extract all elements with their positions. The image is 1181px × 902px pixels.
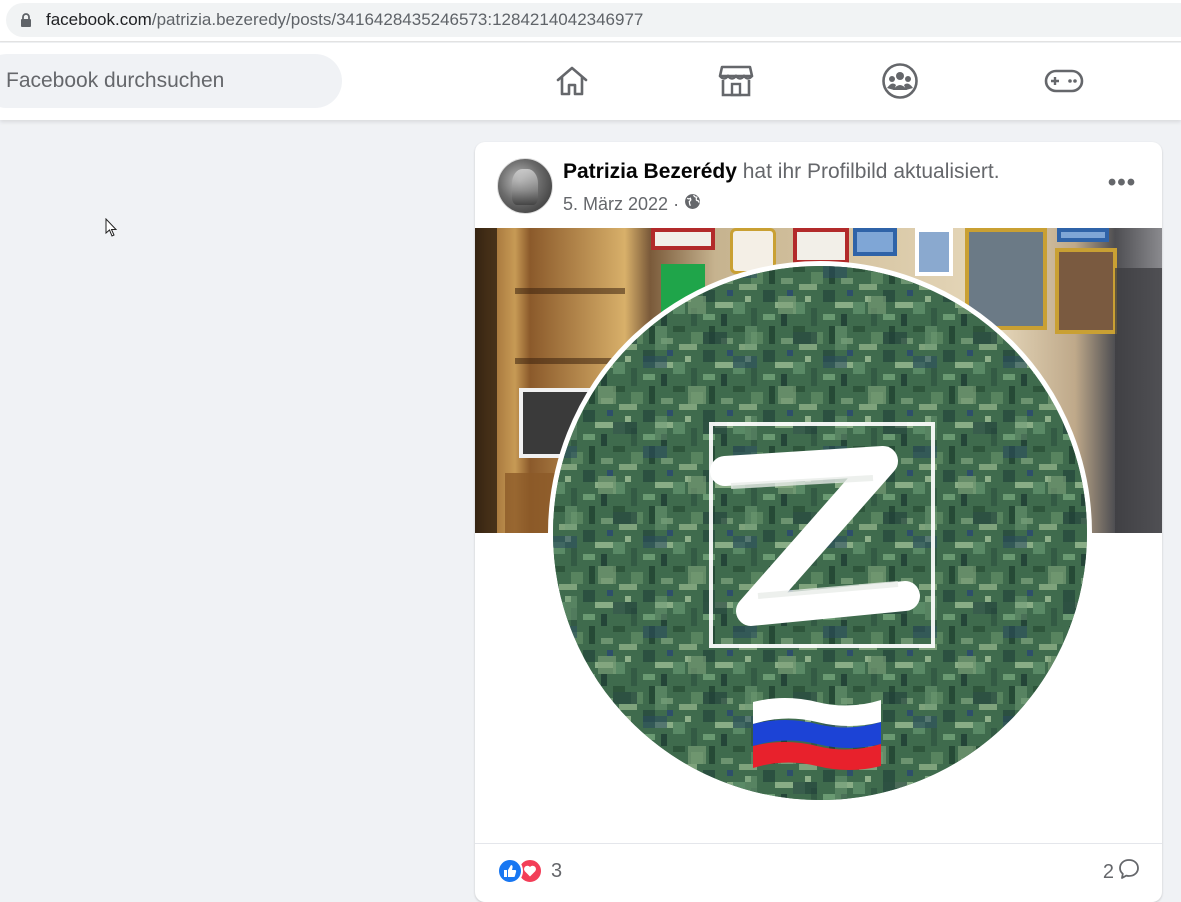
- comment-summary[interactable]: 2: [1103, 858, 1140, 886]
- facebook-top-nav: [0, 43, 1181, 120]
- search-bar[interactable]: [0, 54, 342, 108]
- url-field[interactable]: facebook.com/patrizia.bezeredy/posts/341…: [6, 3, 1181, 37]
- reaction-count: 3: [551, 859, 563, 882]
- comment-count: 2: [1102, 860, 1114, 883]
- globe-icon[interactable]: [684, 193, 701, 215]
- url-text[interactable]: facebook.com/patrizia.bezeredy/posts/341…: [46, 10, 643, 30]
- reaction-summary[interactable]: 3: [497, 858, 562, 884]
- post-card: Patrizia Bezerédy hat ihr Profilbild akt…: [475, 142, 1162, 902]
- post-photo[interactable]: [475, 228, 1162, 843]
- post-divider: [475, 843, 1162, 844]
- like-icon: [497, 858, 523, 884]
- post-date-link[interactable]: 5. März 2022: [563, 194, 668, 215]
- post-headline: Patrizia Bezerédy hat ihr Profilbild akt…: [563, 160, 1000, 184]
- lock-icon[interactable]: [20, 12, 34, 28]
- browser-address-bar: facebook.com/patrizia.bezeredy/posts/341…: [0, 0, 1181, 42]
- gaming-icon[interactable]: [1044, 61, 1084, 101]
- author-name-link[interactable]: Patrizia Bezerédy: [563, 160, 737, 183]
- post-meta: 5. März 2022 ·: [563, 193, 701, 215]
- meta-separator: ·: [673, 193, 680, 214]
- more-options-button[interactable]: •••: [1106, 169, 1138, 196]
- author-avatar[interactable]: [497, 158, 553, 214]
- profile-picture-z-emblem[interactable]: [548, 261, 1092, 805]
- search-input[interactable]: [6, 69, 306, 93]
- comment-icon: [1114, 858, 1140, 886]
- marketplace-icon[interactable]: [716, 61, 756, 101]
- post-action-text: hat ihr Profilbild aktualisiert.: [736, 160, 1000, 183]
- mouse-cursor-icon: [105, 218, 118, 237]
- groups-icon[interactable]: [880, 61, 920, 101]
- home-icon[interactable]: [552, 61, 592, 101]
